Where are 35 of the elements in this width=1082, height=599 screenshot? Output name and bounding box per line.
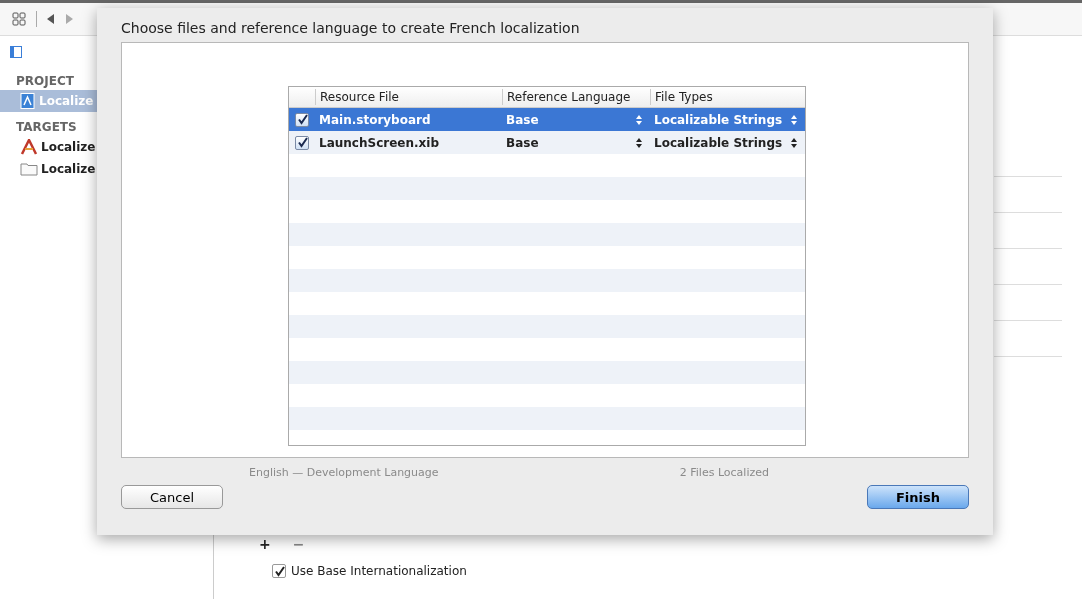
language-popup[interactable]: Base: [502, 135, 650, 150]
table-row[interactable]: Main.storyboard Base Localizable Strings: [289, 108, 805, 131]
language-popup[interactable]: Base: [502, 112, 650, 127]
table-cell-text: LaunchScreen.xib: [318, 135, 440, 150]
stepper-icon: [636, 114, 642, 125]
grid-icon[interactable]: [12, 12, 26, 26]
section-header: TARGETS: [15, 119, 78, 136]
checkbox[interactable]: [295, 112, 309, 127]
column-header[interactable]: File Types: [650, 89, 805, 105]
dialog-title: Choose files and reference language to create French localization: [121, 20, 581, 38]
file-types-popup[interactable]: Localizable Strings: [650, 135, 805, 150]
faded-text: English — Development Language: [249, 466, 439, 479]
sidebar-item[interactable]: Localize: [0, 136, 213, 158]
folder-outline-icon: [20, 162, 38, 176]
stepper-icon: [791, 114, 797, 125]
finish-button[interactable]: Finish: [867, 485, 969, 509]
project-file-icon: [20, 93, 36, 109]
add-button[interactable]: +: [259, 536, 271, 552]
faded-text: 2 Files Localized: [679, 466, 769, 479]
section-header: PROJECT: [15, 73, 75, 90]
stepper-icon: [791, 137, 797, 148]
file-types-popup[interactable]: Localizable Strings: [650, 112, 805, 127]
stepper-icon: [636, 137, 642, 148]
sidebar-item[interactable]: Localize: [0, 158, 213, 180]
table-row[interactable]: LaunchScreen.xib Base Localizable Strings: [289, 131, 805, 154]
checkbox[interactable]: [295, 135, 309, 150]
app-target-icon: [20, 139, 38, 155]
column-header[interactable]: Resource File: [315, 89, 502, 105]
table-cell-text: Main.storyboard: [318, 112, 432, 127]
cancel-button[interactable]: Cancel: [121, 485, 223, 509]
sidebar-toggle-icon[interactable]: [10, 46, 22, 58]
column-header[interactable]: Reference Language: [502, 89, 650, 105]
back-arrow-icon[interactable]: [47, 14, 55, 24]
checkbox[interactable]: [272, 564, 286, 578]
checkbox-label: Use Base Internationalization: [291, 564, 467, 578]
